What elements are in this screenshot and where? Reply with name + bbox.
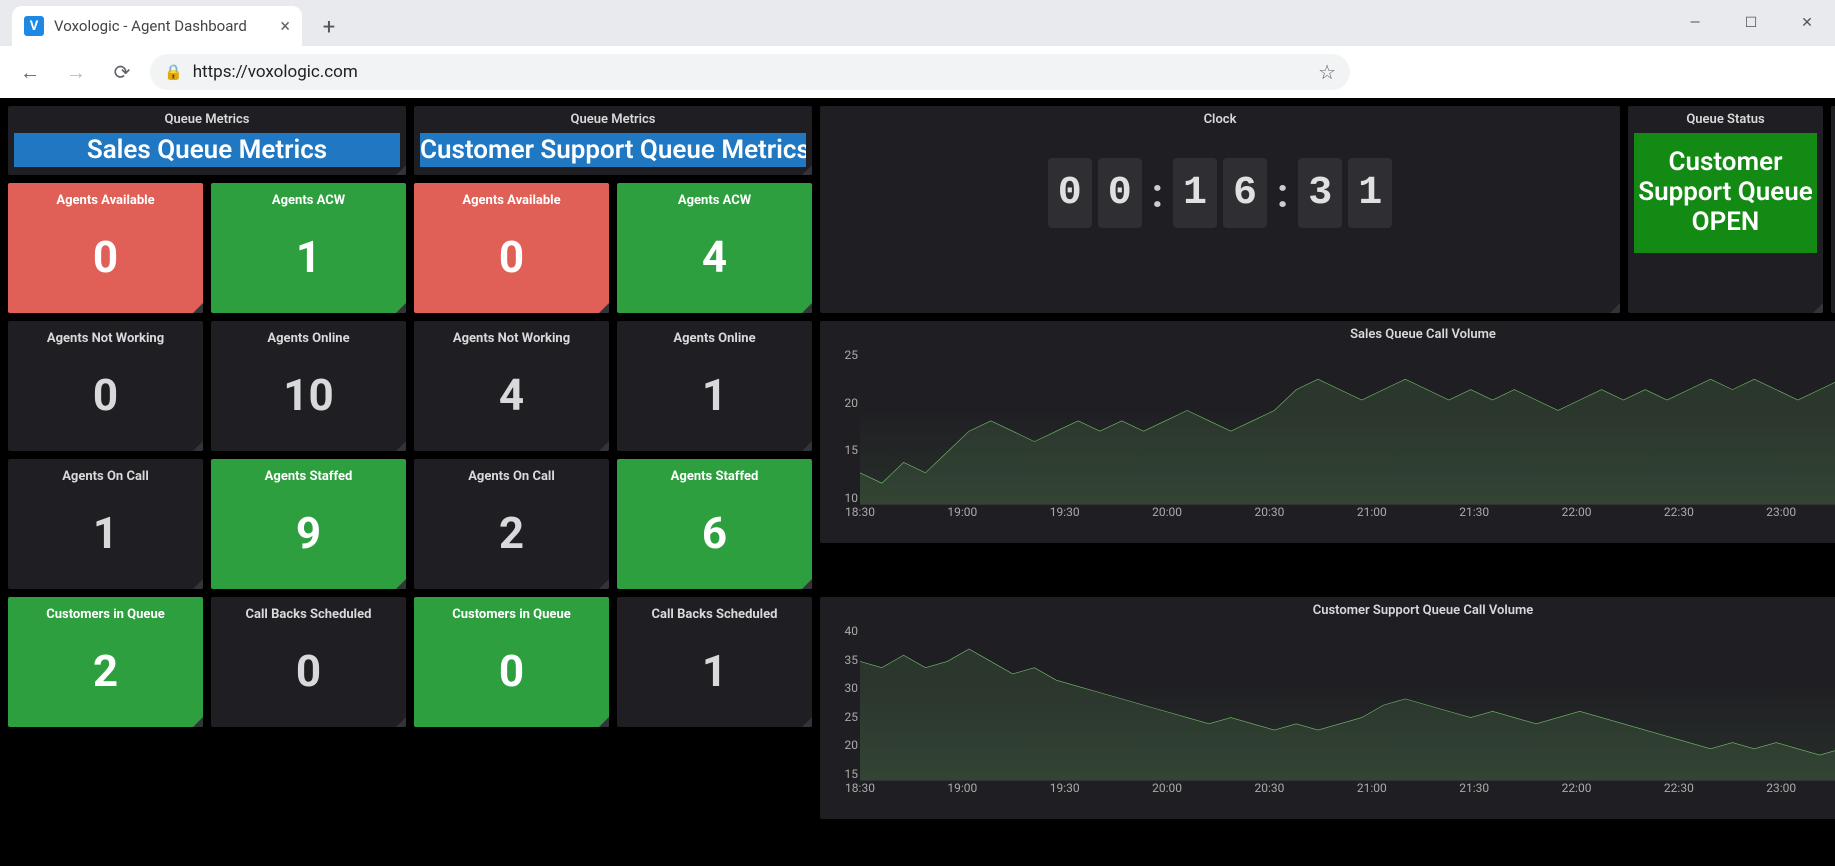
clock-digit: 6 <box>1223 158 1267 228</box>
toolbar: ← → ⟳ 🔒 https://voxologic.com ☆ <box>0 46 1835 98</box>
stat-support-agents_not_working: Agents Not Working4 <box>414 321 609 451</box>
clock-colon: : <box>1152 170 1163 217</box>
close-tab-icon[interactable]: × <box>280 16 290 37</box>
x-axis: 18:3019:0019:3020:0020:3021:0021:3022:00… <box>860 505 1835 523</box>
stat-support-agents_acw: Agents ACW4 <box>617 183 812 313</box>
stat-value: 2 <box>14 622 197 719</box>
clock-digit: 1 <box>1173 158 1217 228</box>
clock-panel: Clock 0 0 : 1 6 : 3 1 <box>820 106 1620 313</box>
chart-plot <box>860 348 1835 505</box>
stat-sales-agents_on_call: Agents On Call1 <box>8 459 203 589</box>
stat-label: Customers in Queue <box>14 607 197 622</box>
stat-sales-agents_acw: Agents ACW1 <box>211 183 406 313</box>
support-queue-status: Customer Support Queue OPEN <box>1634 133 1817 253</box>
sales-queue-header-panel: Queue Metrics Sales Queue Metrics <box>8 106 406 175</box>
sales-queue-title: Sales Queue Metrics <box>14 133 400 167</box>
close-window-icon[interactable]: ✕ <box>1779 0 1835 46</box>
chart-plot <box>860 624 1835 781</box>
browser-tab[interactable]: V Voxologic - Agent Dashboard × <box>12 6 302 46</box>
clock-digit: 0 <box>1048 158 1092 228</box>
clock-colon: : <box>1277 170 1288 217</box>
maximize-icon[interactable]: ☐ <box>1723 0 1779 46</box>
stat-value: 1 <box>623 622 806 719</box>
stat-value: 2 <box>420 484 603 581</box>
browser-chrome: V Voxologic - Agent Dashboard × + — ☐ ✕ … <box>0 0 1835 98</box>
stat-value: 1 <box>217 208 400 305</box>
stat-support-agents_available: Agents Available0 <box>414 183 609 313</box>
stat-label: Agents Online <box>623 331 806 346</box>
support-queue-header-panel: Queue Metrics Customer Support Queue Met… <box>414 106 812 175</box>
panel-title: Clock <box>826 112 1614 127</box>
stat-support-agents_staffed: Agents Staffed6 <box>617 459 812 589</box>
stat-label: Call Backs Scheduled <box>623 607 806 622</box>
back-button[interactable]: ← <box>12 54 48 90</box>
stat-label: Agents Staffed <box>623 469 806 484</box>
clock-digit: 0 <box>1098 158 1142 228</box>
clock-digit: 1 <box>1348 158 1392 228</box>
stat-sales-agents_not_working: Agents Not Working0 <box>8 321 203 451</box>
window-controls: — ☐ ✕ <box>1667 0 1835 46</box>
stat-sales-customers_in_queue: Customers in Queue2 <box>8 597 203 727</box>
panel-title: Queue Metrics <box>420 112 806 127</box>
stat-sales-agents_available: Agents Available0 <box>8 183 203 313</box>
panel-title: Queue Status <box>1634 112 1817 127</box>
new-tab-button[interactable]: + <box>312 10 346 44</box>
stat-value: 9 <box>217 484 400 581</box>
panel-title: Queue Metrics <box>14 112 400 127</box>
chart-panel: Customer Support Queue Call Volume 403530… <box>820 597 1835 819</box>
forward-button[interactable]: → <box>58 54 94 90</box>
stat-value: 1 <box>14 484 197 581</box>
stat-sales-agents_staffed: Agents Staffed9 <box>211 459 406 589</box>
bookmark-icon[interactable]: ☆ <box>1318 60 1336 84</box>
support-queue-title: Customer Support Queue Metrics <box>420 133 806 167</box>
clock-digit: 3 <box>1298 158 1342 228</box>
reload-button[interactable]: ⟳ <box>104 54 140 90</box>
stat-sales-call_backs: Call Backs Scheduled0 <box>211 597 406 727</box>
sales-status-panel: Queue Status Sales Queue CLOSED <box>1831 106 1835 313</box>
favicon-icon: V <box>24 16 44 36</box>
stat-value: 10 <box>217 346 400 443</box>
stat-sales-agents_online: Agents Online10 <box>211 321 406 451</box>
stat-value: 0 <box>14 346 197 443</box>
stat-label: Agents ACW <box>217 193 400 208</box>
stat-value: 6 <box>623 484 806 581</box>
stat-label: Agents Not Working <box>420 331 603 346</box>
stat-support-customers_in_queue: Customers in Queue0 <box>414 597 609 727</box>
chart-title: Customer Support Queue Call Volume <box>830 603 1835 618</box>
stat-label: Agents ACW <box>623 193 806 208</box>
stat-label: Agents Staffed <box>217 469 400 484</box>
stat-label: Agents Available <box>420 193 603 208</box>
stat-label: Agents On Call <box>14 469 197 484</box>
stat-label: Agents Available <box>14 193 197 208</box>
x-axis: 18:3019:0019:3020:0020:3021:0021:3022:00… <box>860 781 1835 799</box>
tab-bar: V Voxologic - Agent Dashboard × + — ☐ ✕ <box>0 0 1835 46</box>
stat-value: 1 <box>623 346 806 443</box>
stat-support-agents_online: Agents Online1 <box>617 321 812 451</box>
stat-label: Agents Not Working <box>14 331 197 346</box>
y-axis: 403530252015 <box>830 624 858 781</box>
lock-icon: 🔒 <box>164 63 183 81</box>
stat-label: Call Backs Scheduled <box>217 607 400 622</box>
dashboard: Queue Metrics Sales Queue Metrics Queue … <box>0 98 1835 866</box>
chart-title: Sales Queue Call Volume <box>830 327 1835 342</box>
url-text: https://voxologic.com <box>193 62 358 82</box>
y-axis: 25201510 <box>830 348 858 505</box>
chart-panel: Sales Queue Call Volume 2520151018:3019:0… <box>820 321 1835 543</box>
minimize-icon[interactable]: — <box>1667 0 1723 46</box>
stat-value: 4 <box>623 208 806 305</box>
stat-support-call_backs: Call Backs Scheduled1 <box>617 597 812 727</box>
stat-support-agents_on_call: Agents On Call2 <box>414 459 609 589</box>
support-status-panel: Queue Status Customer Support Queue OPEN <box>1628 106 1823 313</box>
clock-display: 0 0 : 1 6 : 3 1 <box>826 133 1614 253</box>
stat-value: 0 <box>14 208 197 305</box>
stat-value: 0 <box>217 622 400 719</box>
stat-label: Agents Online <box>217 331 400 346</box>
stat-value: 0 <box>420 208 603 305</box>
tab-title: Voxologic - Agent Dashboard <box>54 17 247 35</box>
stat-label: Customers in Queue <box>420 607 603 622</box>
stat-value: 4 <box>420 346 603 443</box>
stat-value: 0 <box>420 622 603 719</box>
address-bar[interactable]: 🔒 https://voxologic.com ☆ <box>150 54 1350 90</box>
stat-label: Agents On Call <box>420 469 603 484</box>
